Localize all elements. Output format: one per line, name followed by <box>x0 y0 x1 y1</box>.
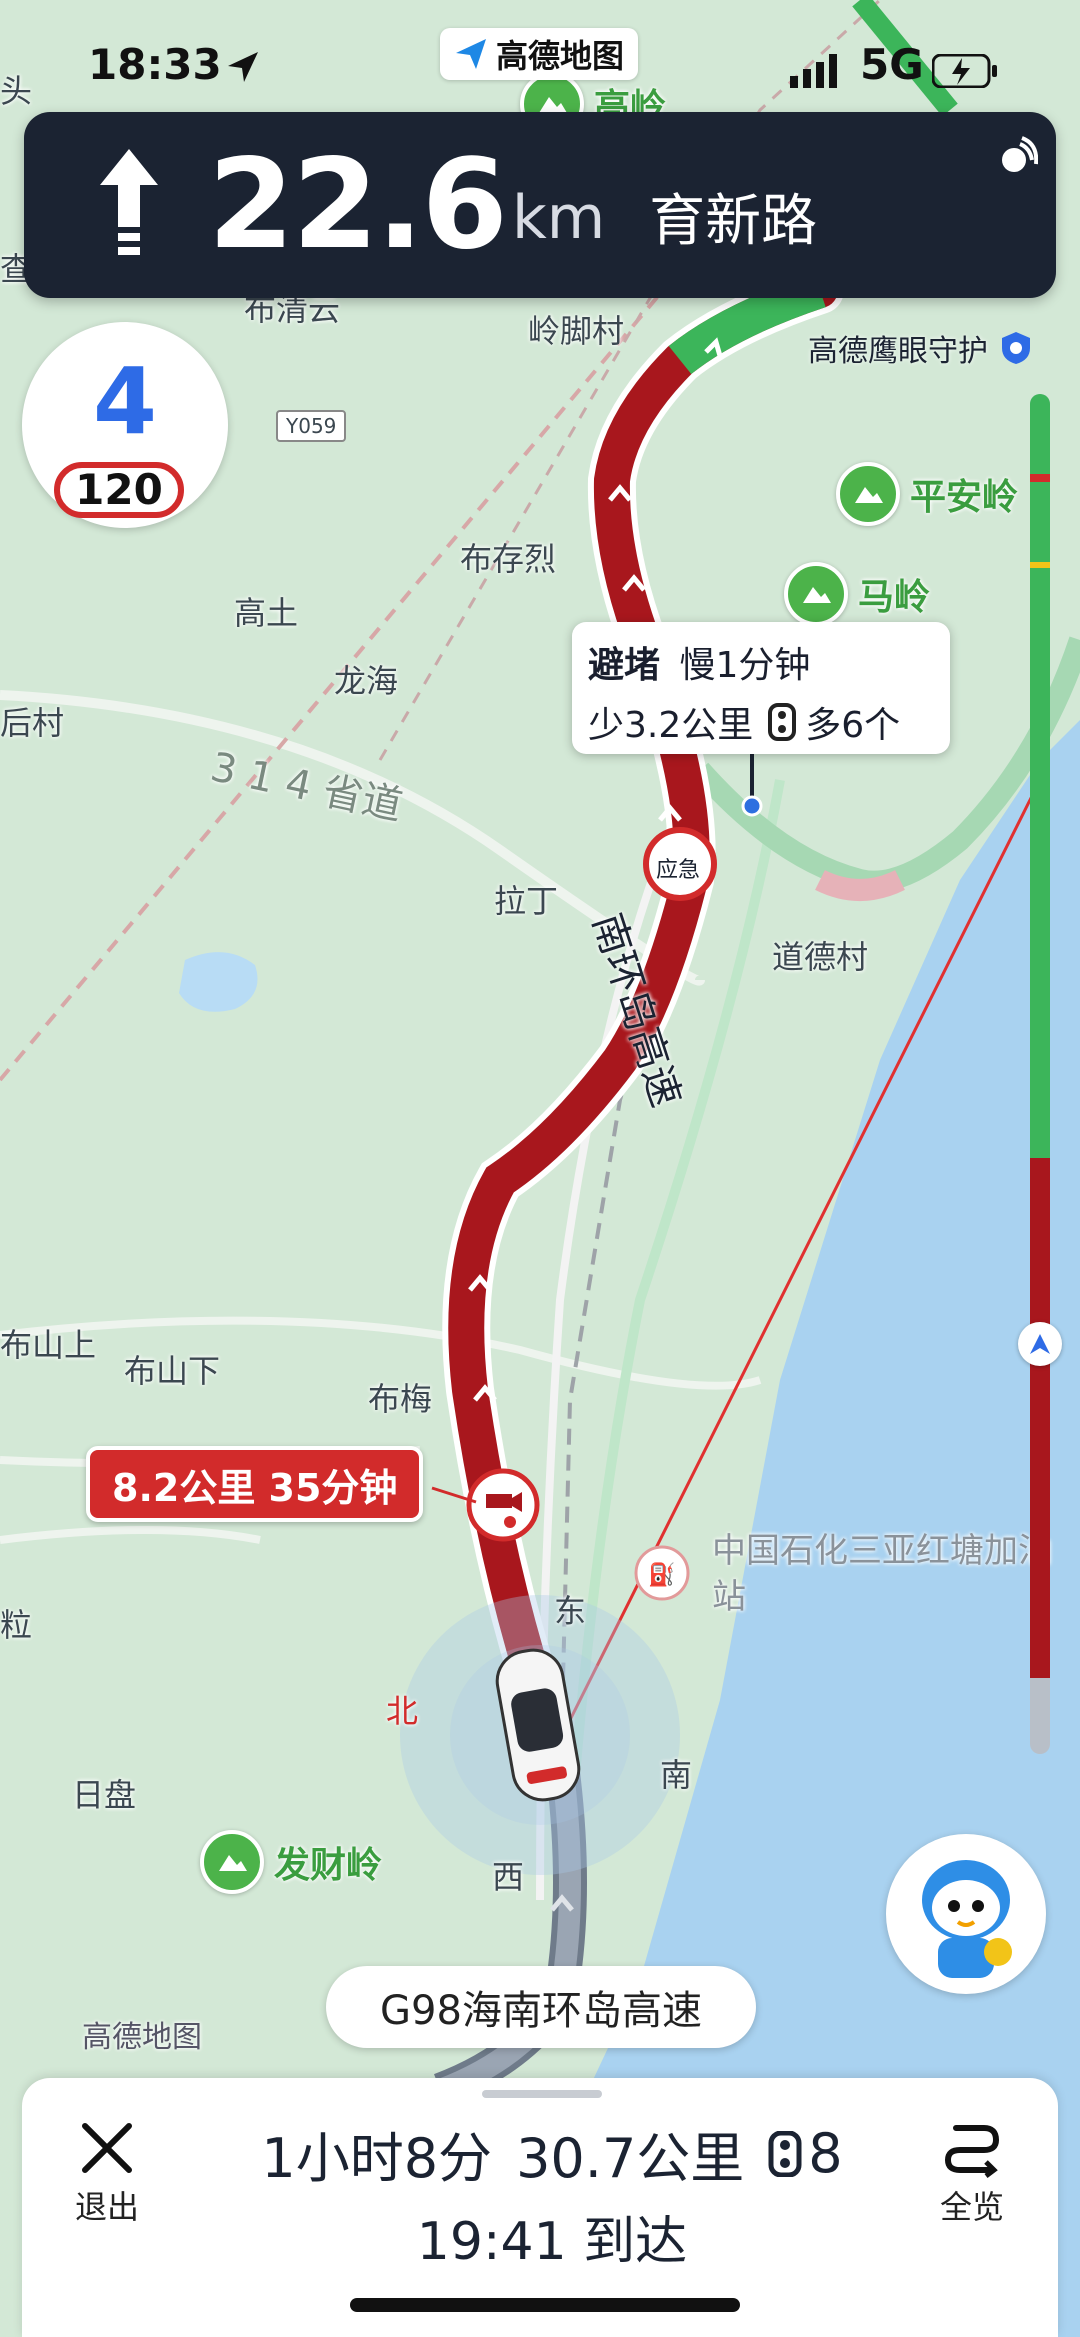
distance-unit: km <box>511 183 606 253</box>
mountain-icon <box>200 1830 264 1894</box>
poi-pinganling[interactable]: 平安岭 <box>836 462 1018 526</box>
brand-watermark: 高德地图 <box>82 2020 202 2055</box>
label-houcun: 后村 <box>0 704 65 742</box>
tooltip-title: 避堵 <box>588 645 661 686</box>
label-bei: 北 <box>386 1692 419 1730</box>
amap-logo-icon <box>456 39 486 69</box>
poi-label: 平安岭 <box>910 477 1019 518</box>
overview-button[interactable]: 全览 <box>912 2118 1032 2228</box>
current-road-chip: G98海南环岛高速 <box>326 1966 756 2048</box>
trip-duration: 1小时8分 <box>261 2127 493 2190</box>
congestion-segment-pill[interactable]: 8.2公里 35分钟 <box>86 1446 424 1522</box>
label-rili: 日盘 <box>72 1776 137 1814</box>
close-icon <box>82 2123 132 2173</box>
arrival-time: 19:41 到达 <box>416 2212 688 2272</box>
label-gas-station: 中国石化三亚红塘加油站 <box>712 1531 1052 1617</box>
poi-facailing[interactable]: 发财岭 <box>200 1830 382 1894</box>
label-bumei: 布梅 <box>368 1380 433 1418</box>
label-xi: 西 <box>492 1858 525 1896</box>
lane-speed-indicator: 4 120 <box>22 322 228 528</box>
drag-handle[interactable] <box>482 2090 602 2098</box>
next-turn-distance: 22.6 <box>208 133 508 277</box>
home-indicator <box>350 2298 740 2312</box>
voice-broadcast-icon[interactable] <box>994 136 1038 180</box>
exit-label: 退出 <box>74 2188 139 2226</box>
overview-label: 全览 <box>939 2188 1004 2226</box>
label-bushanxia: 布山下 <box>124 1352 221 1390</box>
label-bushanshang: 布山上 <box>0 1326 97 1364</box>
label-daodecun: 道德村 <box>772 938 869 976</box>
lane-number: 4 <box>92 348 157 455</box>
traffic-light-icon <box>768 703 797 741</box>
mountain-icon <box>836 462 900 526</box>
location-arrow-icon <box>226 50 262 90</box>
traffic-light-icon <box>768 2130 802 2177</box>
signal-icon <box>790 54 838 92</box>
svg-text:⛽: ⛽ <box>648 1562 675 1587</box>
label-bucunlie: 布存烈 <box>460 540 557 578</box>
status-time: 18:33 <box>88 40 222 89</box>
poi-label: 发财岭 <box>274 1845 383 1886</box>
mascot-icon <box>922 1860 1012 1978</box>
trip-distance: 30.7公里 <box>516 2127 745 2190</box>
label-yingji: 应急 <box>656 858 701 883</box>
straight-arrow-icon <box>100 149 158 255</box>
nav-instruction-banner[interactable]: 22.6 km 育新路 <box>24 112 1056 298</box>
app-badge[interactable]: 高德地图 <box>440 28 639 80</box>
tooltip-shorter: 少3.2公里 <box>588 705 754 746</box>
shield-icon <box>1002 332 1030 364</box>
network-type: 5G <box>860 40 924 89</box>
speed-limit: 120 <box>54 462 184 518</box>
label-y059: Y059 <box>276 410 347 442</box>
voice-assistant-avatar[interactable] <box>886 1834 1046 1994</box>
label-nan: 南 <box>660 1756 693 1794</box>
route-overview-icon <box>944 2125 1000 2178</box>
current-position-marker-icon <box>1018 1322 1062 1366</box>
poi-maling[interactable]: 马岭 <box>784 562 930 626</box>
label-tou: 头 <box>0 72 33 110</box>
tooltip-slower: 慢1分钟 <box>679 645 811 686</box>
poi-label: 马岭 <box>858 577 931 618</box>
avoid-congestion-tooltip[interactable]: 避堵 慢1分钟 少3.2公里 多6个 <box>572 622 950 754</box>
trip-summary[interactable]: 1小时8分 30.7公里 8 19:41 到达 <box>222 2114 882 2274</box>
label-lading: 拉丁 <box>494 882 559 920</box>
route-summary-panel: 退出 1小时8分 30.7公里 8 19:41 到达 全览 <box>22 2078 1058 2337</box>
eagle-eye-guard[interactable]: 高德鹰眼守护 <box>808 326 1034 370</box>
mountain-icon <box>784 562 848 626</box>
label-lingjiaocun: 岭脚村 <box>528 312 625 350</box>
battery-icon <box>931 53 998 92</box>
label-longhai: 龙海 <box>334 662 399 700</box>
tooltip-more-lights: 多6个 <box>805 705 901 746</box>
traffic-light-count: 8 <box>808 2122 843 2185</box>
traffic-progress-bar <box>1030 394 1050 1754</box>
app-badge-label: 高德地图 <box>496 37 625 75</box>
label-fali: 粒 <box>0 1606 33 1644</box>
eagle-eye-label: 高德鹰眼守护 <box>808 334 988 369</box>
label-dong: 东 <box>554 1592 587 1630</box>
next-road-name: 育新路 <box>649 188 818 254</box>
label-gaotu: 高土 <box>234 594 299 632</box>
exit-button[interactable]: 退出 <box>52 2118 162 2228</box>
